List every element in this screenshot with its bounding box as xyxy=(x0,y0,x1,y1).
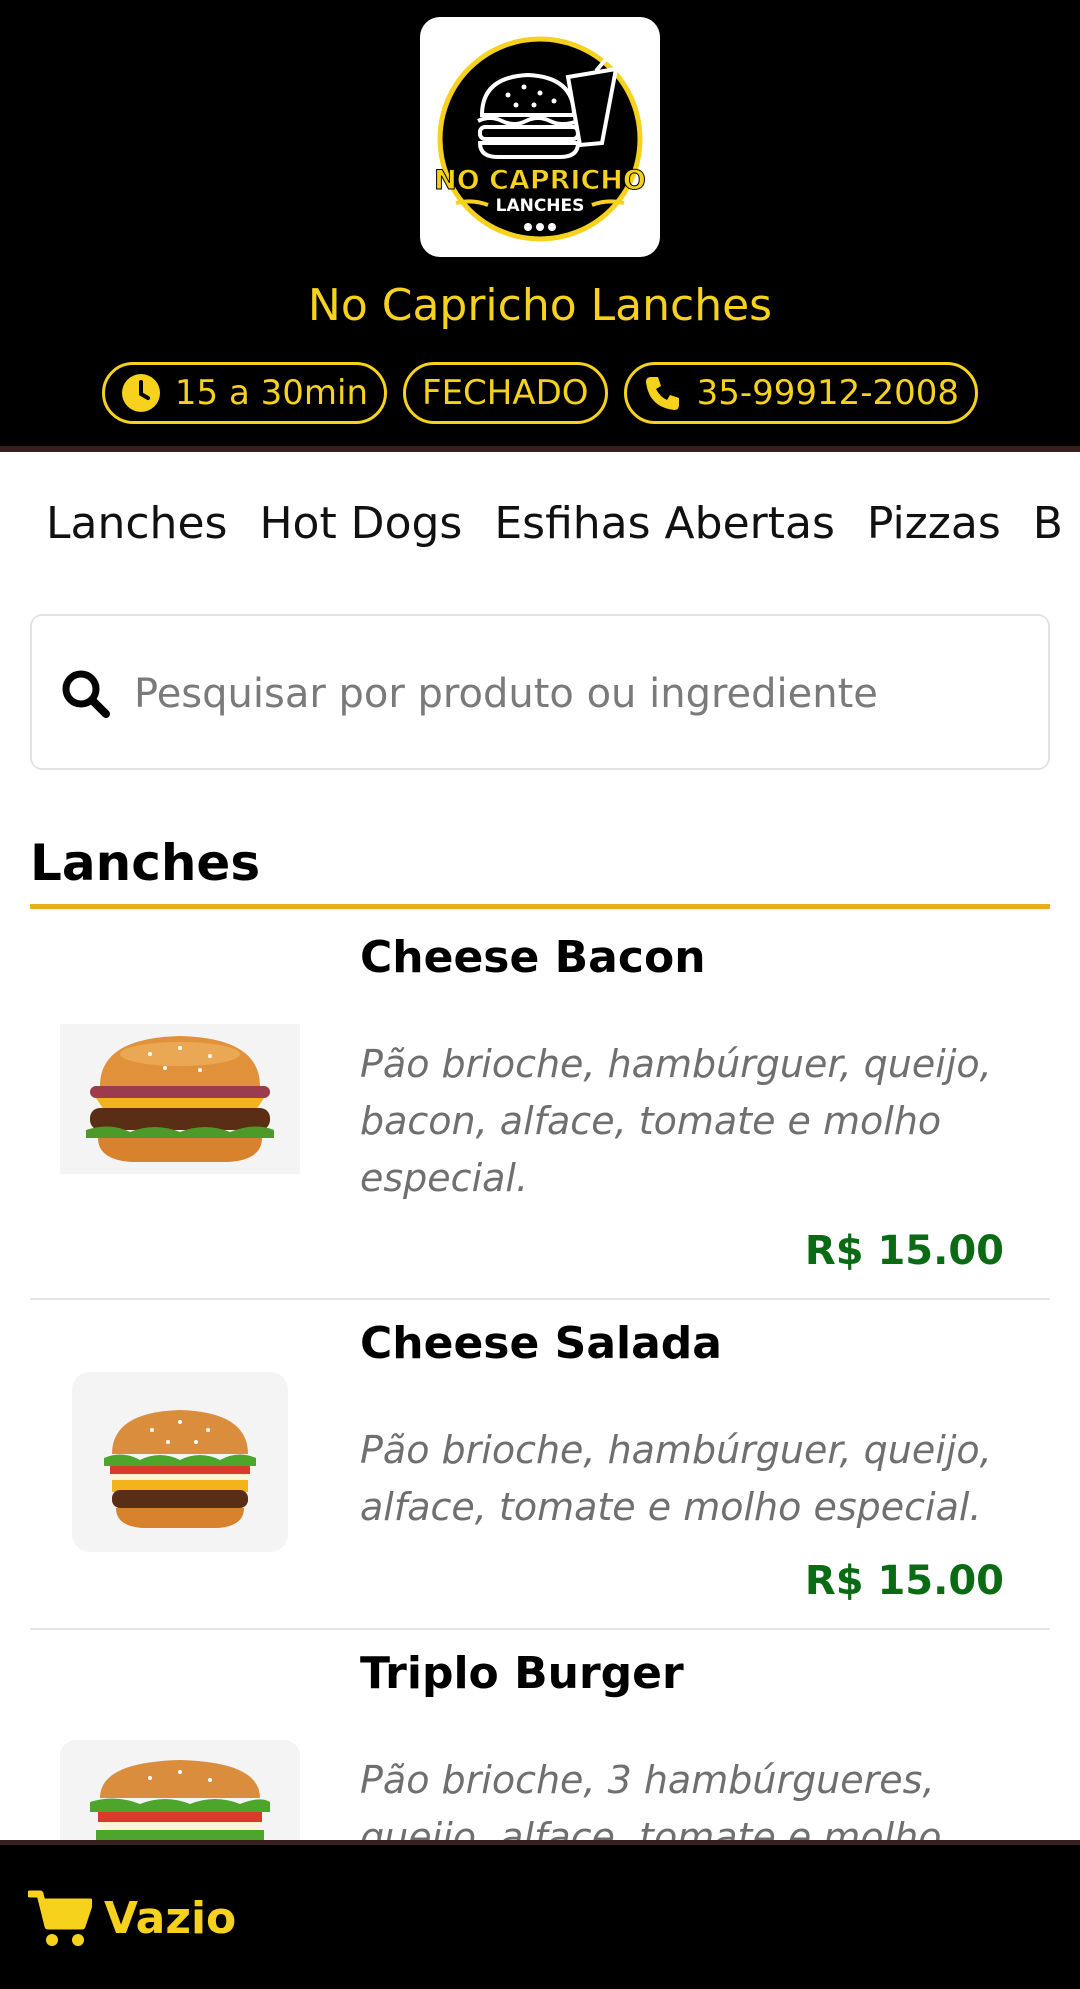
product-price: R$ 15.00 xyxy=(804,1228,1004,1274)
cart-bar[interactable]: Vazio xyxy=(0,1840,1080,1989)
product-image-cheese-salada xyxy=(72,1372,288,1552)
product-description: Pão brioche, hambúrguer, queijo, bacon, … xyxy=(360,1042,992,1200)
product-image-cheese-bacon xyxy=(60,1024,300,1174)
clock-icon xyxy=(121,374,160,412)
store-name: No Capricho Lanches xyxy=(307,280,773,331)
logo-text-sub: LANCHES xyxy=(496,196,585,216)
cart-icon xyxy=(28,1890,92,1946)
category-tab-pizzas[interactable]: Pizzas xyxy=(867,498,1001,549)
cart-status-label: Vazio xyxy=(104,1893,237,1944)
store-status-badge: FECHADO xyxy=(403,362,608,424)
product-image-triplo-burger xyxy=(60,1740,300,1848)
phone-badge[interactable]: 35-99912-2008 xyxy=(623,362,979,424)
product-card-cheese-bacon[interactable]: Cheese Bacon Pão brioche, hambúrguer, qu… xyxy=(30,912,1050,1300)
search-input[interactable] xyxy=(132,646,1016,742)
store-info-badges: 15 a 30min FECHADO 35-99912-2008 xyxy=(0,362,1080,428)
category-nav: Lanches Hot Dogs Esfihas Abertas Pizzas … xyxy=(0,478,1080,582)
section-divider xyxy=(30,904,1050,909)
product-card-triplo-burger[interactable]: Triplo Burger Pão brioche, 3 hambúrguere… xyxy=(30,1628,1050,1848)
delivery-time-badge: 15 a 30min xyxy=(101,362,388,424)
store-status-text: FECHADO xyxy=(422,373,589,413)
product-name: Cheese Bacon xyxy=(360,932,706,983)
logo-text-main: NO CAPRICHO xyxy=(434,165,646,196)
section-title: Lanches xyxy=(30,834,261,892)
search-box xyxy=(30,614,1050,770)
store-header: NO CAPRICHO LANCHES No Capricho Lanches … xyxy=(0,0,1080,452)
category-tab-esfihas-abertas[interactable]: Esfihas Abertas xyxy=(494,498,835,549)
product-price: R$ 15.00 xyxy=(804,1558,1004,1604)
category-tab-hot-dogs[interactable]: Hot Dogs xyxy=(259,498,462,549)
phone-text: 35-99912-2008 xyxy=(696,373,960,413)
product-name: Cheese Salada xyxy=(360,1318,722,1369)
phone-icon xyxy=(645,377,679,410)
category-tab-partial[interactable]: B xyxy=(1033,498,1063,549)
product-name: Triplo Burger xyxy=(360,1648,684,1699)
product-description: Pão brioche, hambúrguer, queijo, alface,… xyxy=(360,1428,992,1529)
product-card-cheese-salada[interactable]: Cheese Salada Pão brioche, hambúrguer, q… xyxy=(30,1298,1050,1630)
store-logo: NO CAPRICHO LANCHES xyxy=(420,17,660,257)
search-icon xyxy=(62,670,110,718)
product-description: Pão brioche, 3 hambúrgueres, queijo, alf… xyxy=(360,1758,942,1848)
delivery-time-text: 15 a 30min xyxy=(174,373,369,413)
category-tab-lanches[interactable]: Lanches xyxy=(46,498,227,549)
